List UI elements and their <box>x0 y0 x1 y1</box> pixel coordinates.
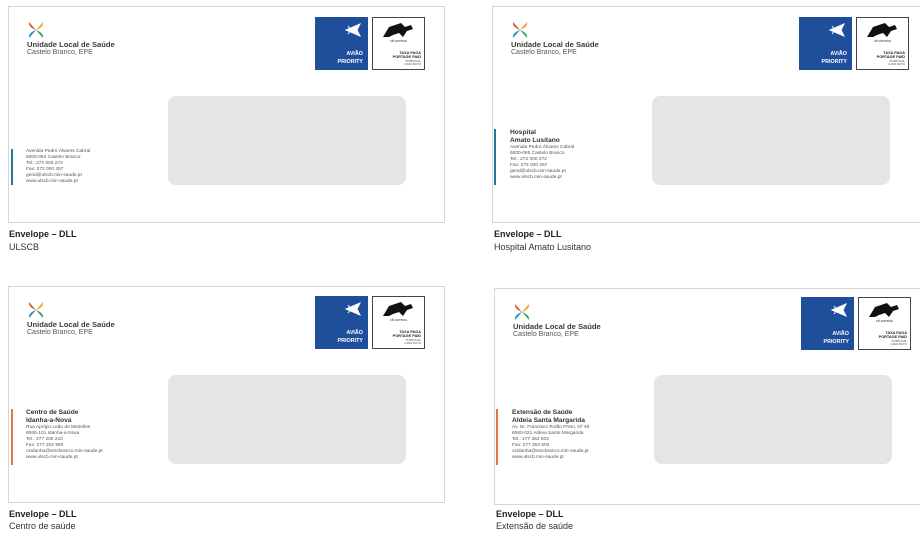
paid-small-text: PORTUGAL CASO DUTO <box>890 339 907 347</box>
accent-bar <box>496 409 498 465</box>
address-window <box>652 96 890 185</box>
stamp-line2: PRIORITY <box>823 339 849 345</box>
stamp-line1: AVIÃO <box>830 51 847 57</box>
stamp-line2: PRIORITY <box>821 59 847 65</box>
stamp-line1: AVIÃO <box>832 331 849 337</box>
airplane-icon <box>828 23 846 37</box>
stamp-line1: AVIÃO <box>346 51 363 57</box>
caption-subtitle: Centro de saúde <box>9 521 76 531</box>
caption-title: Envelope – DLL <box>494 229 562 239</box>
stamp-line2: PRIORITY <box>337 338 363 344</box>
unit-heading: Extensão de Saúde <box>512 409 573 416</box>
address-window <box>168 375 406 464</box>
ctt-horse-icon <box>383 302 413 316</box>
priority-stamp: AVIÃO PRIORITY <box>315 17 368 70</box>
envelope-extensao-saude: Unidade Local de Saúde Castelo Branco, E… <box>494 288 920 505</box>
airplane-icon <box>344 302 362 316</box>
caption-subtitle: ULSCB <box>9 242 40 252</box>
ctt-label: ctt correios <box>389 39 408 43</box>
priority-stamp: AVIÃO PRIORITY <box>315 296 368 349</box>
sender-address: Hospital Amato Lusitano Avenida Pedro Ál… <box>510 129 574 182</box>
address-line: www.ulscb.min-saude.pt <box>26 455 78 461</box>
caption-subtitle: Extensão de saúde <box>496 521 574 531</box>
paid-small-text: PORTUGAL CASO DUTO <box>888 59 905 67</box>
priority-stamp: AVIÃO PRIORITY <box>799 17 852 70</box>
postage-paid-stamp: ctt correios TAXA PAGA PORTAGE PAID PORTU… <box>372 17 425 70</box>
ctt-horse-icon <box>383 23 413 37</box>
org-name: Unidade Local de Saúde <box>27 40 115 49</box>
postage-paid-stamp: ctt correios TAXA PAGA PORTAGE PAID PORTU… <box>858 297 911 350</box>
ctt-label: ctt correios <box>875 319 894 323</box>
accent-bar <box>11 409 13 465</box>
ctt-label: ctt correios <box>873 39 892 43</box>
accent-bar <box>11 149 13 185</box>
address-line: www.ulscb.min-saude.pt <box>510 175 562 181</box>
sender-address: Extensão de Saúde Aldeia Santa Margarida… <box>512 409 589 462</box>
airplane-icon <box>830 303 848 317</box>
org-subtitle: Castelo Branco, EPE <box>27 49 93 56</box>
envelope-centro-saude: Unidade Local de Saúde Castelo Branco, E… <box>8 286 445 503</box>
org-name: Unidade Local de Saúde <box>27 320 115 329</box>
address-window <box>168 96 406 185</box>
stamp-line2: PRIORITY <box>337 59 363 65</box>
priority-stamp: AVIÃO PRIORITY <box>801 297 854 350</box>
sender-address: Avenida Pedro Álvares Cabral 6000-084 Ca… <box>26 149 90 186</box>
envelope-hospital: Unidade Local de Saúde Castelo Branco, E… <box>492 6 920 223</box>
paid-small-text: PORTUGAL CASO DUTO <box>404 338 421 346</box>
unit-heading: Centro de Saúde <box>26 409 79 416</box>
org-subtitle: Castelo Branco, EPE <box>513 331 579 338</box>
org-name: Unidade Local de Saúde <box>513 322 601 331</box>
envelope-ulscb: Unidade Local de Saúde Castelo Branco, E… <box>8 6 445 223</box>
paid-small-text: PORTUGAL CASO DUTO <box>404 59 421 67</box>
unit-heading: Hospital <box>510 129 537 136</box>
ctt-horse-icon <box>869 303 899 317</box>
accent-bar <box>494 129 496 185</box>
sender-address: Centro de Saúde Idanha-a-Nova Rua Aprígi… <box>26 409 103 462</box>
unit-heading: Idanha-a-Nova <box>26 417 72 424</box>
postage-paid-stamp: ctt correios TAXA PAGA PORTAGE PAID PORTU… <box>856 17 909 70</box>
airplane-icon <box>344 23 362 37</box>
caption-title: Envelope – DLL <box>9 229 77 239</box>
caption-title: Envelope – DLL <box>9 509 77 519</box>
unit-heading: Amato Lusitano <box>510 137 560 144</box>
org-subtitle: Castelo Branco, EPE <box>27 329 93 336</box>
org-subtitle: Castelo Branco, EPE <box>511 49 577 56</box>
org-name: Unidade Local de Saúde <box>511 40 599 49</box>
address-window <box>654 375 892 464</box>
ctt-horse-icon <box>867 23 897 37</box>
address-line: www.ulscb.min-saude.pt <box>512 455 564 461</box>
ctt-label: ctt correios <box>389 318 408 322</box>
caption-title: Envelope – DLL <box>496 509 564 519</box>
stamp-line1: AVIÃO <box>346 330 363 336</box>
postage-paid-stamp: ctt correios TAXA PAGA PORTAGE PAID PORTU… <box>372 296 425 349</box>
caption-subtitle: Hospital Amato Lusitano <box>494 242 592 252</box>
unit-heading: Aldeia Santa Margarida <box>512 417 585 424</box>
address-line: www.ulscb.min-saude.pt <box>26 179 78 185</box>
